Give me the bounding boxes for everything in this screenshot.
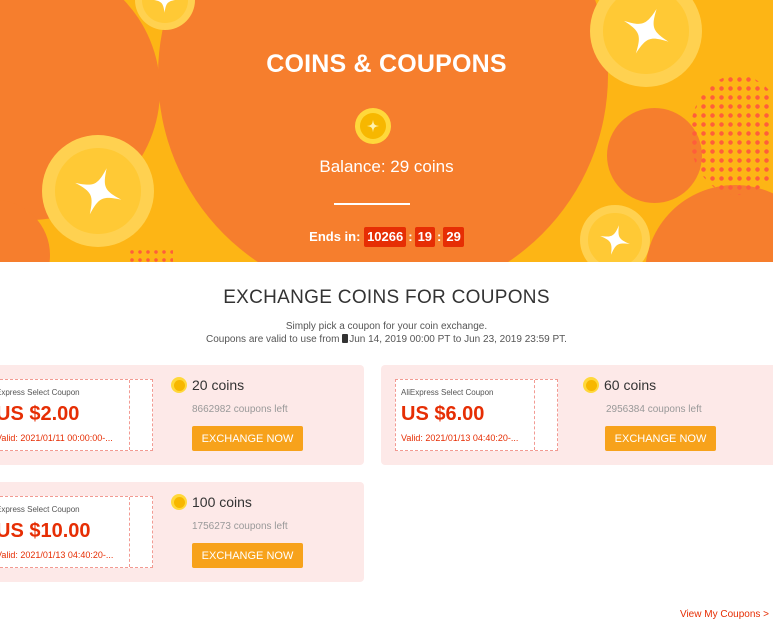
subtitle-text: Coupons are valid to use from	[206, 334, 343, 345]
coupon-name: Express Select Coupon	[0, 388, 80, 397]
coupon-ticket: Express Select Coupon US $2.00 Valid: 20…	[0, 379, 153, 451]
divider	[334, 203, 410, 205]
exchange-now-button[interactable]: EXCHANGE NOW	[605, 426, 716, 451]
coupon-card: Express Select Coupon US $10.00 Valid: 2…	[0, 482, 364, 582]
subtitle-line: Simply pick a coupon for your coin excha…	[285, 321, 488, 332]
coin-icon	[171, 494, 187, 510]
coin-icon	[355, 108, 391, 144]
coupon-validity: Valid: 2021/01/13 04:40:20-...	[0, 550, 114, 560]
coupon-value: US $6.00	[401, 403, 485, 425]
coin-icon	[171, 377, 187, 393]
coin-cost: 100 coins	[171, 494, 252, 510]
coin-balance: Balance: 29 coins	[319, 157, 454, 176]
countdown-minutes: 29	[443, 227, 464, 247]
coupon-card: Express Select Coupon US $2.00 Valid: 20…	[0, 365, 364, 465]
countdown-timer: Ends in: 10266:19:29	[0, 227, 773, 247]
coin-cost: 20 coins	[171, 377, 244, 393]
countdown-hours: 19	[414, 227, 436, 247]
coupon-ticket: AliExpress Select Coupon US $6.00 Valid:…	[395, 379, 558, 451]
decor-circle	[607, 108, 702, 203]
view-my-coupons-link[interactable]: View My Coupons >	[680, 609, 769, 620]
coupon-stub	[534, 380, 557, 450]
countdown-separator: :	[408, 229, 413, 244]
subtitle-line: Coupons are valid to use from Jun 14, 20…	[0, 333, 773, 346]
coupon-card: AliExpress Select Coupon US $6.00 Valid:…	[381, 365, 773, 465]
coupon-stub	[129, 380, 152, 450]
coupon-name: Express Select Coupon	[0, 505, 80, 514]
coupons-left: 1756273 coupons left	[192, 521, 288, 532]
coupons-left: 8662982 coupons left	[192, 404, 288, 415]
section-subtitle: Simply pick a coupon for your coin excha…	[0, 320, 773, 346]
coin-cost-label: 20 coins	[192, 377, 245, 393]
exchange-now-button[interactable]: EXCHANGE NOW	[192, 543, 303, 568]
page-title: COINS & COUPONS	[266, 50, 507, 78]
coupon-ticket: Express Select Coupon US $10.00 Valid: 2…	[0, 496, 153, 568]
countdown-days: 10266	[364, 227, 407, 247]
coupon-validity: Valid: 2021/01/11 00:00:00-...	[0, 433, 113, 443]
coin-cost-label: 60 coins	[604, 377, 657, 393]
countdown-label: Ends in:	[309, 229, 361, 244]
decor-dots	[690, 75, 773, 195]
exchange-now-button[interactable]: EXCHANGE NOW	[192, 426, 303, 451]
coin-cost: 60 coins	[583, 377, 656, 393]
coupon-validity: Valid: 2021/01/13 04:40:20-...	[401, 433, 519, 443]
coupons-left: 2956384 coupons left	[606, 404, 702, 415]
coupon-value: US $2.00	[0, 403, 80, 425]
section-title: EXCHANGE COINS FOR COUPONS	[223, 287, 550, 308]
coin-cost-label: 100 coins	[192, 494, 252, 510]
subtitle-text: Jun 14, 2019 00:00 PT to Jun 23, 2019 23…	[349, 334, 567, 345]
phone-icon	[342, 334, 349, 343]
coupon-stub	[129, 497, 152, 567]
coin-icon	[583, 377, 599, 393]
coupon-value: US $10.00	[0, 520, 91, 542]
decor-dots	[128, 248, 173, 262]
hero-banner: COINS & COUPONS Balance: 29 coins Ends i…	[0, 0, 773, 262]
countdown-separator: :	[437, 229, 442, 244]
coupon-name: AliExpress Select Coupon	[401, 388, 494, 397]
